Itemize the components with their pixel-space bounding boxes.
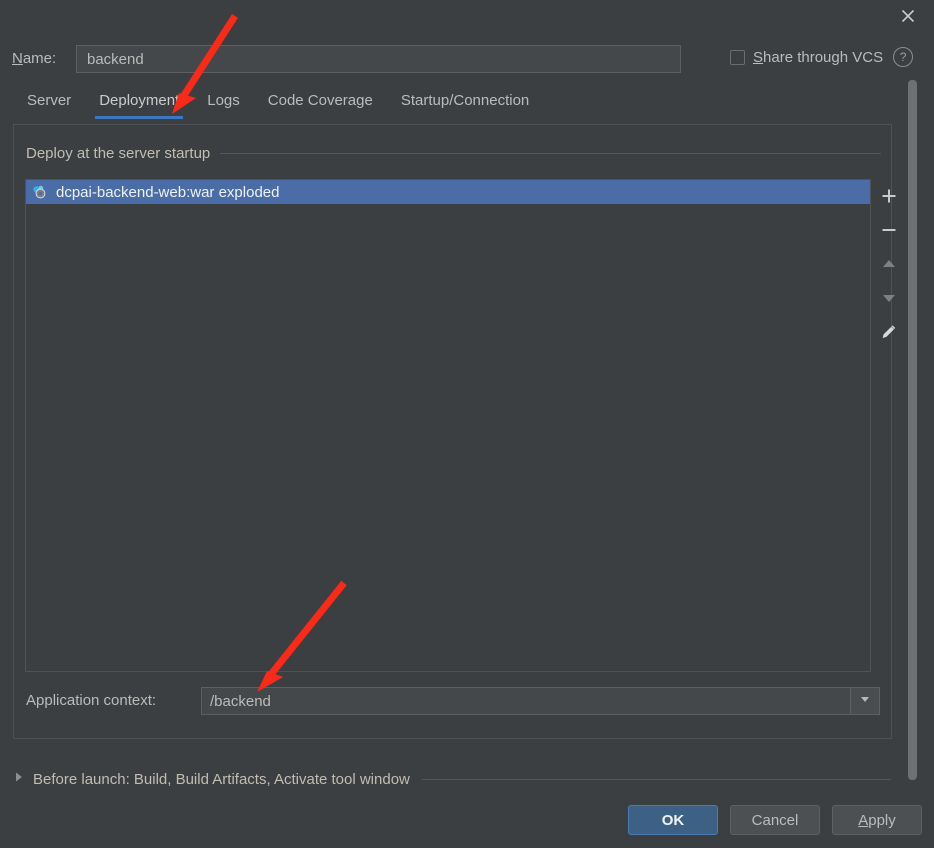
tab-startup-connection[interactable]: Startup/Connection <box>387 90 543 119</box>
close-button[interactable] <box>884 0 932 32</box>
before-launch-row[interactable]: Before launch: Build, Build Artifacts, A… <box>13 769 891 789</box>
name-input[interactable] <box>76 45 681 73</box>
tab-logs[interactable]: Logs <box>193 90 254 119</box>
share-through-vcs-group: Share through VCS ? <box>730 47 914 67</box>
run-configuration-dialog: Name: Share through VCS ? Server Deploym… <box>0 0 934 848</box>
deploy-group-header: Deploy at the server startup <box>26 144 881 162</box>
deployment-panel: Deploy at the server startup dcpai-backe… <box>13 124 896 739</box>
vertical-scrollbar-thumb[interactable] <box>908 80 917 780</box>
share-vcs-rest: hare through VCS <box>763 48 884 66</box>
before-launch-label: Before launch: Build, Build Artifacts, A… <box>33 770 410 788</box>
expand-toggle[interactable] <box>13 770 25 788</box>
close-icon <box>899 7 917 25</box>
minus-icon <box>880 221 898 239</box>
name-label-rest: ame: <box>22 50 57 67</box>
deploy-group-rule <box>220 152 881 154</box>
application-context-label: Application context: <box>26 692 157 709</box>
application-context-dropdown-button[interactable] <box>850 687 880 715</box>
deploy-group-title: Deploy at the server startup <box>26 144 211 162</box>
move-up-button[interactable] <box>874 251 904 277</box>
share-vcs-mnemonic: S <box>753 48 764 66</box>
help-icon[interactable]: ? <box>893 47 914 67</box>
apply-button[interactable]: Apply <box>832 805 922 835</box>
arrow-up-icon <box>881 256 897 272</box>
before-launch-rule <box>421 778 891 780</box>
tab-bar: Server Deployment Logs Code Coverage Sta… <box>13 90 891 123</box>
tab-server[interactable]: Server <box>13 90 85 119</box>
application-context-combobox[interactable] <box>201 687 880 715</box>
add-button[interactable] <box>874 183 904 209</box>
cancel-button[interactable]: Cancel <box>730 805 820 835</box>
share-through-vcs-label[interactable]: Share through VCS <box>753 49 883 66</box>
apply-rest: pply <box>868 811 896 829</box>
name-label: Name: <box>12 50 56 67</box>
deployment-list[interactable]: dcpai-backend-web:war exploded <box>25 179 871 672</box>
pencil-icon <box>880 323 898 341</box>
chevron-down-icon <box>858 692 872 711</box>
triangle-right-icon <box>14 770 24 788</box>
list-item[interactable]: dcpai-backend-web:war exploded <box>26 180 870 204</box>
dialog-button-row: OK Cancel Apply <box>600 805 928 835</box>
list-item-label: dcpai-backend-web:war exploded <box>56 183 280 201</box>
tab-deployment[interactable]: Deployment <box>85 90 193 119</box>
deployment-list-toolbar <box>872 179 906 676</box>
tab-code-coverage[interactable]: Code Coverage <box>254 90 387 119</box>
ok-button[interactable]: OK <box>628 805 718 835</box>
name-label-mnemonic: N <box>12 50 23 67</box>
arrow-down-icon <box>881 290 897 306</box>
move-down-button[interactable] <box>874 285 904 311</box>
artifact-icon <box>32 184 48 200</box>
apply-mnemonic: A <box>858 811 869 829</box>
plus-icon <box>880 187 898 205</box>
application-context-row: Application context: <box>26 687 881 715</box>
application-context-input[interactable] <box>201 687 850 715</box>
vertical-scrollbar[interactable] <box>905 80 919 780</box>
name-row: Name: Share through VCS ? <box>12 45 922 75</box>
share-through-vcs-checkbox[interactable] <box>730 49 745 65</box>
edit-button[interactable] <box>874 319 904 345</box>
remove-button[interactable] <box>874 217 904 243</box>
